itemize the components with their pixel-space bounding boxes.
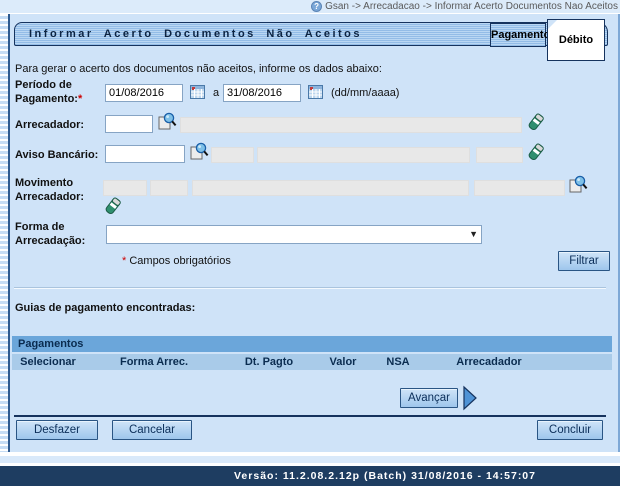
- aviso-bancario-label: Aviso Bancário:: [15, 148, 98, 162]
- column-nsa: NSA: [372, 354, 424, 370]
- movimento-display-3: [192, 180, 469, 196]
- column-valor: Valor: [314, 354, 372, 370]
- chevron-down-icon: ▼: [469, 229, 478, 239]
- movimento-label: Movimento Arrecadador:: [15, 176, 84, 204]
- tab-debito[interactable]: Débito: [547, 19, 605, 61]
- calendar-icon[interactable]: [190, 85, 205, 99]
- forma-arrecadacao-label: Forma de Arrecadação:: [15, 220, 85, 248]
- required-note: * Campos obrigatórios: [122, 255, 231, 267]
- forma-label-line1: Forma de: [15, 221, 65, 233]
- desfazer-button[interactable]: Desfazer: [16, 420, 98, 440]
- breadcrumb: Gsan -> Arrecadacao -> Informar Acerto D…: [325, 1, 618, 12]
- eraser-icon[interactable]: [527, 142, 545, 162]
- cancelar-button[interactable]: Cancelar: [112, 420, 192, 440]
- results-heading: Guias de pagamento encontradas:: [15, 301, 195, 315]
- advance-arrow-icon[interactable]: [462, 385, 478, 411]
- table-title: Pagamentos: [12, 336, 612, 352]
- eraser-icon[interactable]: [527, 112, 545, 132]
- eraser-icon[interactable]: [104, 196, 122, 216]
- aviso-display-2: [257, 147, 470, 163]
- left-decorative-strip: [0, 14, 10, 452]
- tab-pagamento[interactable]: Pagamento: [490, 23, 546, 47]
- movimento-label-line1: Movimento: [15, 177, 73, 189]
- required-asterisk: *: [78, 93, 82, 105]
- version-bar: Versão: 11.2.08.2.12p (Batch) 31/08/2016…: [0, 466, 620, 486]
- periodo-label: Período de Pagamento:*: [15, 78, 82, 106]
- periodo-label-line1: Período de: [15, 79, 72, 91]
- main-frame: Informar Acerto Documentos Não Aceitos P…: [0, 14, 620, 452]
- version-text: Versão: 11.2.08.2.12p (Batch) 31/08/2016…: [234, 470, 536, 482]
- movimento-display-1: [103, 180, 147, 196]
- footer-divider-line: [14, 415, 606, 417]
- filtrar-button[interactable]: Filtrar: [558, 251, 610, 271]
- periodo-label-line2: Pagamento:: [15, 93, 78, 105]
- forma-arrecadacao-select[interactable]: ▼: [106, 225, 482, 244]
- periodo-to-input[interactable]: [223, 84, 301, 102]
- aviso-display-3: [476, 147, 523, 163]
- column-arrecadador: Arrecadador: [424, 354, 554, 370]
- tab-fold-corner: [548, 20, 557, 29]
- gsan-window: ? Gsan -> Arrecadacao -> Informar Acerto…: [0, 0, 620, 486]
- arrecadador-name-display: [180, 117, 522, 133]
- help-icon[interactable]: ?: [311, 1, 322, 12]
- avancar-button[interactable]: Avançar: [400, 388, 458, 408]
- concluir-button[interactable]: Concluir: [537, 420, 603, 440]
- periodo-separator: a: [213, 87, 219, 99]
- intro-text: Para gerar o acerto dos documentos não a…: [15, 63, 382, 75]
- aviso-bancario-input[interactable]: [105, 145, 185, 163]
- periodo-from-input[interactable]: [105, 84, 183, 102]
- aviso-display-1: [211, 147, 254, 163]
- tab-debito-label: Débito: [559, 34, 593, 46]
- movimento-label-line2: Arrecadador:: [15, 191, 84, 203]
- search-icon[interactable]: [189, 142, 209, 161]
- movimento-display-2: [150, 180, 188, 196]
- column-dt-pagto: Dt. Pagto: [224, 354, 314, 370]
- table-header-row: Selecionar Forma Arrec. Dt. Pagto Valor …: [12, 354, 612, 370]
- search-icon[interactable]: [157, 112, 177, 131]
- arrecadador-label: Arrecadador:: [15, 118, 84, 132]
- date-format-hint: (dd/mm/aaaa): [331, 87, 399, 99]
- breadcrumb-bar: ? Gsan -> Arrecadacao -> Informar Acerto…: [0, 0, 620, 13]
- column-selecionar: Selecionar: [12, 354, 84, 370]
- search-icon[interactable]: [568, 175, 588, 194]
- section-divider: [14, 287, 606, 289]
- required-note-asterisk: *: [122, 255, 126, 267]
- movimento-display-4: [474, 180, 565, 196]
- required-note-text: Campos obrigatórios: [129, 255, 231, 267]
- column-forma-arrec: Forma Arrec.: [84, 354, 224, 370]
- content-area: Informar Acerto Documentos Não Aceitos P…: [10, 14, 620, 452]
- arrecadador-code-input[interactable]: [105, 115, 153, 133]
- calendar-icon[interactable]: [308, 85, 323, 99]
- forma-label-line2: Arrecadação:: [15, 235, 85, 247]
